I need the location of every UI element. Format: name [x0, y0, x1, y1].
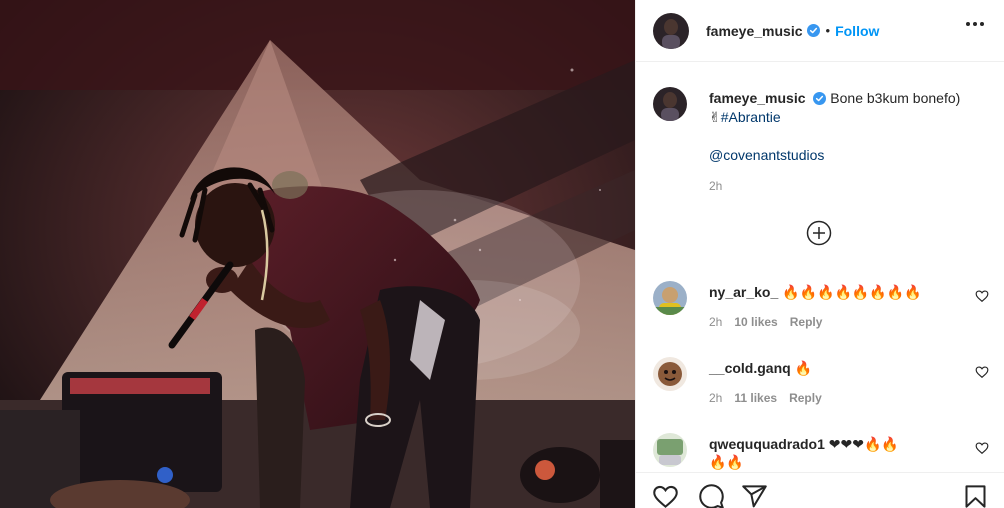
verified-badge-icon [806, 24, 820, 37]
comment-likes[interactable]: 11 likes [734, 391, 777, 405]
comment-username[interactable]: __cold.ganq [709, 360, 791, 376]
paper-plane-icon[interactable] [741, 483, 768, 508]
reply-button[interactable]: Reply [790, 315, 823, 329]
heart-icon[interactable] [652, 483, 679, 508]
post-header: fameye_music • Follow [636, 0, 1004, 62]
comment-line: __cold.ganq 🔥 [709, 359, 812, 377]
hashtag-link[interactable]: #Abrantie [721, 109, 781, 125]
caption-text: Bone b3kum bonefo) [830, 90, 961, 106]
caption-text-block: fameye_music Bone b3kum bonefo) ✌#Abrant… [709, 89, 999, 196]
heart-icon[interactable] [975, 441, 989, 455]
comment-bubble-icon[interactable] [698, 483, 725, 508]
commenter-avatar-image [653, 281, 687, 315]
comment-username[interactable]: ny_ar_ko_ [709, 284, 778, 300]
avatar[interactable] [653, 87, 687, 121]
post-username[interactable]: fameye_music [706, 23, 803, 39]
more-options-icon[interactable] [963, 12, 987, 36]
follow-button[interactable]: Follow [835, 23, 879, 39]
mention-link[interactable]: @covenantstudios [709, 146, 999, 165]
comment-line: ny_ar_ko_ 🔥🔥🔥🔥🔥🔥🔥🔥 [709, 283, 922, 301]
comment-text: 🔥🔥🔥🔥🔥🔥🔥🔥 [782, 284, 922, 300]
user-avatar-image [653, 12, 689, 49]
post-photo[interactable] [0, 0, 635, 508]
heart-icon[interactable] [975, 289, 989, 303]
victory-hand-emoji: ✌ [709, 109, 721, 125]
comment-text: ❤❤❤🔥🔥 [828, 436, 899, 452]
avatar[interactable] [653, 12, 689, 49]
comment-username[interactable]: qweququadrado1 [709, 436, 825, 452]
avatar[interactable] [653, 281, 687, 315]
caption-username[interactable]: fameye_music [709, 90, 806, 106]
comment-text: 🔥 [794, 360, 813, 376]
caption-timestamp[interactable]: 2h [709, 177, 999, 196]
plus-circle-icon[interactable] [806, 220, 832, 246]
comment-time[interactable]: 2h [709, 391, 722, 405]
commenter-avatar-image [653, 433, 687, 467]
bookmark-icon[interactable] [962, 483, 989, 508]
verified-badge-icon [813, 92, 827, 105]
comment-line: qweququadrado1 ❤❤❤🔥🔥 [709, 435, 899, 453]
reply-button[interactable]: Reply [789, 391, 822, 405]
post-action-bar [636, 472, 1004, 508]
comment-likes[interactable]: 10 likes [734, 315, 777, 329]
concert-photo-image [0, 0, 635, 508]
commenter-avatar-image [653, 357, 687, 391]
comment-meta: 2h 11 likes Reply [709, 391, 822, 405]
avatar[interactable] [653, 357, 687, 391]
comment-time[interactable]: 2h [709, 315, 722, 329]
post-side-panel: fameye_music • Follow fameye_music Bone … [635, 0, 1004, 508]
comment-text-continued: 🔥🔥 [709, 454, 744, 470]
user-avatar-image [653, 87, 687, 121]
comment-meta: 2h 10 likes Reply [709, 315, 822, 329]
heart-icon[interactable] [975, 365, 989, 379]
separator-dot: • [825, 23, 831, 38]
avatar[interactable] [653, 433, 687, 467]
